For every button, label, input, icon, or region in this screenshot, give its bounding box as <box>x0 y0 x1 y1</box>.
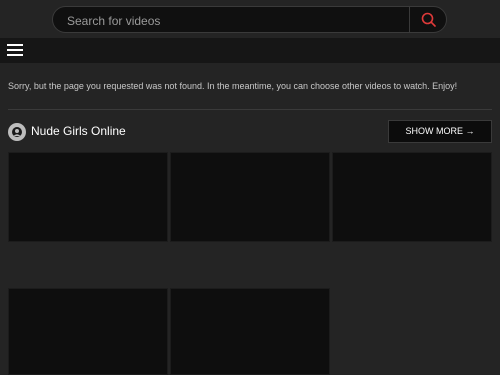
video-thumbnail[interactable] <box>8 152 168 242</box>
video-thumbnail[interactable] <box>332 152 492 242</box>
category-icon <box>8 123 26 141</box>
show-more-button[interactable]: SHOW MORE → <box>388 120 492 143</box>
divider <box>8 109 492 110</box>
section-title: Nude Girls Online <box>31 124 126 138</box>
search-input[interactable] <box>65 7 399 34</box>
top-bar <box>0 0 500 38</box>
search-box <box>52 6 447 34</box>
menu-icon[interactable] <box>7 44 23 57</box>
not-found-message: Sorry, but the page you requested was no… <box>8 81 458 91</box>
search-button[interactable] <box>409 7 446 32</box>
video-thumbnail[interactable] <box>170 288 330 375</box>
nav-bar <box>0 38 500 63</box>
video-thumbnail[interactable] <box>170 152 330 242</box>
search-icon <box>421 12 436 27</box>
video-thumbnail[interactable] <box>8 288 168 375</box>
